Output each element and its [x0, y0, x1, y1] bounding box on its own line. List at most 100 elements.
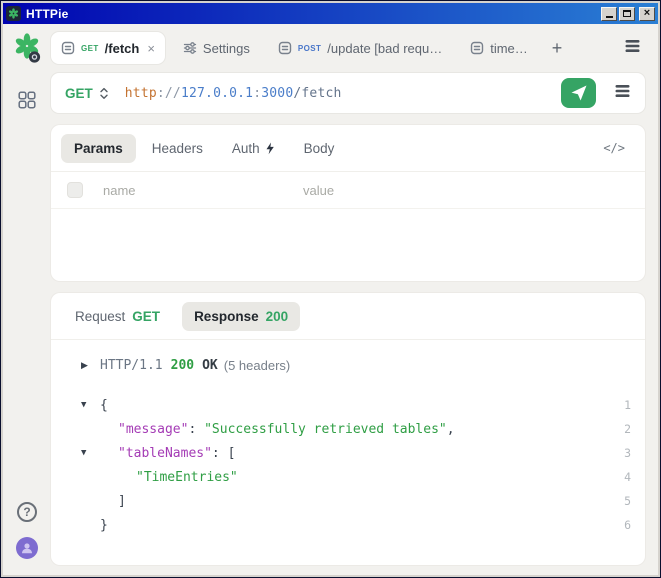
param-name-input[interactable]: name — [103, 183, 303, 198]
request-stack-icon[interactable] — [610, 83, 635, 104]
json-line: "TimeEntries" 4 — [81, 465, 637, 489]
chevron-updown-icon — [99, 87, 109, 100]
gear-badge-icon — [29, 51, 40, 62]
tab-request-view[interactable]: Request GET — [63, 302, 172, 331]
app-icon — [6, 6, 21, 21]
method-select[interactable]: GET — [65, 86, 109, 101]
headers-collapse-arrow-icon[interactable]: ▶ — [81, 360, 100, 371]
user-avatar[interactable] — [16, 537, 38, 559]
json-line-content: "message": "Successfully retrieved table… — [100, 422, 455, 437]
tab-auth-label: Auth — [232, 141, 260, 156]
tab-response-view[interactable]: Response 200 — [182, 302, 300, 331]
json-line: ▼"tableNames": [ 3 — [81, 441, 637, 465]
param-checkbox[interactable] — [67, 182, 83, 198]
httpie-logo — [12, 32, 42, 69]
sidebar-bottom: ? — [16, 502, 38, 559]
response-status-badge: 200 — [266, 309, 289, 324]
tab-params[interactable]: Params — [61, 134, 136, 163]
maximize-button[interactable] — [619, 7, 635, 21]
close-button[interactable]: × — [639, 7, 655, 21]
fold-arrow-icon[interactable]: ▼ — [81, 448, 100, 458]
json-line-content: "TimeEntries" — [100, 470, 238, 485]
json-line: }6 — [81, 513, 637, 537]
tab-body[interactable]: Body — [291, 134, 348, 163]
tab-time[interactable]: time… — [460, 32, 538, 64]
window-title: HTTPie — [26, 7, 596, 21]
json-line-content: { — [100, 398, 108, 413]
app-body: ? GET — [3, 24, 658, 575]
response-body: ▼{1"message": "Successfully retrieved ta… — [51, 373, 645, 537]
main-area: GET /fetch × Settings — [51, 24, 658, 575]
url-bar: GET http://127.0.0.1:3000/fetch — [51, 73, 645, 113]
request-tab-method: GET — [132, 309, 160, 324]
param-value-input[interactable]: value — [303, 183, 334, 198]
url-input[interactable]: http://127.0.0.1:3000/fetch — [125, 86, 561, 101]
tab-close-icon[interactable]: × — [147, 41, 155, 56]
tab-label: /update [bad requ… — [327, 41, 442, 56]
user-icon — [19, 540, 35, 556]
send-button[interactable] — [561, 78, 596, 108]
layers-icon[interactable] — [624, 38, 645, 59]
line-number: 6 — [624, 518, 637, 532]
settings-icon — [183, 41, 197, 55]
request-tabs: Params Headers Auth Body </> — [51, 125, 645, 171]
line-number: 3 — [624, 446, 637, 460]
titlebar[interactable]: HTTPie × — [3, 3, 658, 24]
url-token-scheme: http — [125, 86, 157, 101]
tab-label: Settings — [203, 41, 250, 56]
method-label: GET — [65, 86, 93, 101]
request-tab-label: Request — [75, 309, 125, 324]
response-tabs: Request GET Response 200 — [51, 293, 645, 339]
url-token-sep: :// — [157, 86, 181, 101]
code-view-icon[interactable]: </> — [593, 141, 635, 155]
json-line-content: "tableNames": [ — [100, 446, 235, 461]
new-tab-button[interactable]: + — [546, 38, 569, 59]
status-reason: OK — [202, 358, 218, 373]
request-tab-icon — [278, 41, 292, 55]
tab-auth[interactable]: Auth — [219, 134, 288, 163]
json-line-content: } — [100, 518, 108, 533]
request-tab-icon — [470, 41, 484, 55]
tab-label: /fetch — [105, 41, 140, 56]
line-number: 4 — [624, 470, 637, 484]
httpie-mini-logo — [8, 8, 19, 19]
response-status-line: ▶ HTTP/1.1 200 OK (5 headers) — [51, 340, 645, 373]
param-row: name value — [51, 172, 645, 209]
help-button[interactable]: ? — [17, 502, 37, 522]
line-number: 1 — [624, 398, 637, 412]
minimize-button[interactable] — [601, 7, 617, 21]
line-number: 2 — [624, 422, 637, 436]
response-panel: Request GET Response 200 ▶ HTTP/1.1 200 … — [51, 293, 645, 565]
url-token-path: /fetch — [293, 86, 341, 101]
status-code: 200 — [171, 358, 194, 373]
tab-method-badge: GET — [81, 44, 99, 53]
sidebar: ? — [3, 24, 51, 575]
protocol: HTTP/1.1 — [100, 358, 163, 373]
grid-icon[interactable] — [18, 91, 36, 114]
tab-update[interactable]: POST /update [bad requ… — [268, 32, 452, 64]
fold-arrow-icon[interactable]: ▼ — [81, 400, 100, 410]
json-line: ▼{1 — [81, 393, 637, 417]
url-row: GET http://127.0.0.1:3000/fetch — [51, 73, 645, 113]
headers-count: (5 headers) — [224, 358, 290, 373]
tab-settings[interactable]: Settings — [173, 32, 260, 64]
tab-method-badge: POST — [298, 44, 321, 53]
json-line: ]5 — [81, 489, 637, 513]
tab-fetch[interactable]: GET /fetch × — [51, 32, 165, 64]
paper-plane-icon — [570, 84, 588, 102]
url-token-port: 3000 — [261, 86, 293, 101]
request-panel: Params Headers Auth Body </> name val — [51, 125, 645, 281]
response-tab-label: Response — [194, 309, 259, 324]
json-line: "message": "Successfully retrieved table… — [81, 417, 637, 441]
app-window: HTTPie × — [0, 0, 661, 578]
tab-headers[interactable]: Headers — [139, 134, 216, 163]
tab-bar: GET /fetch × Settings — [51, 31, 645, 65]
line-number: 5 — [624, 494, 637, 508]
lightning-icon — [265, 142, 275, 155]
minimize-icon — [606, 16, 613, 18]
json-line-content: ] — [100, 494, 126, 509]
request-tab-icon — [61, 41, 75, 55]
maximize-icon — [623, 10, 631, 17]
url-token-host: 127.0.0.1 — [181, 86, 253, 101]
tab-label: time… — [490, 41, 528, 56]
